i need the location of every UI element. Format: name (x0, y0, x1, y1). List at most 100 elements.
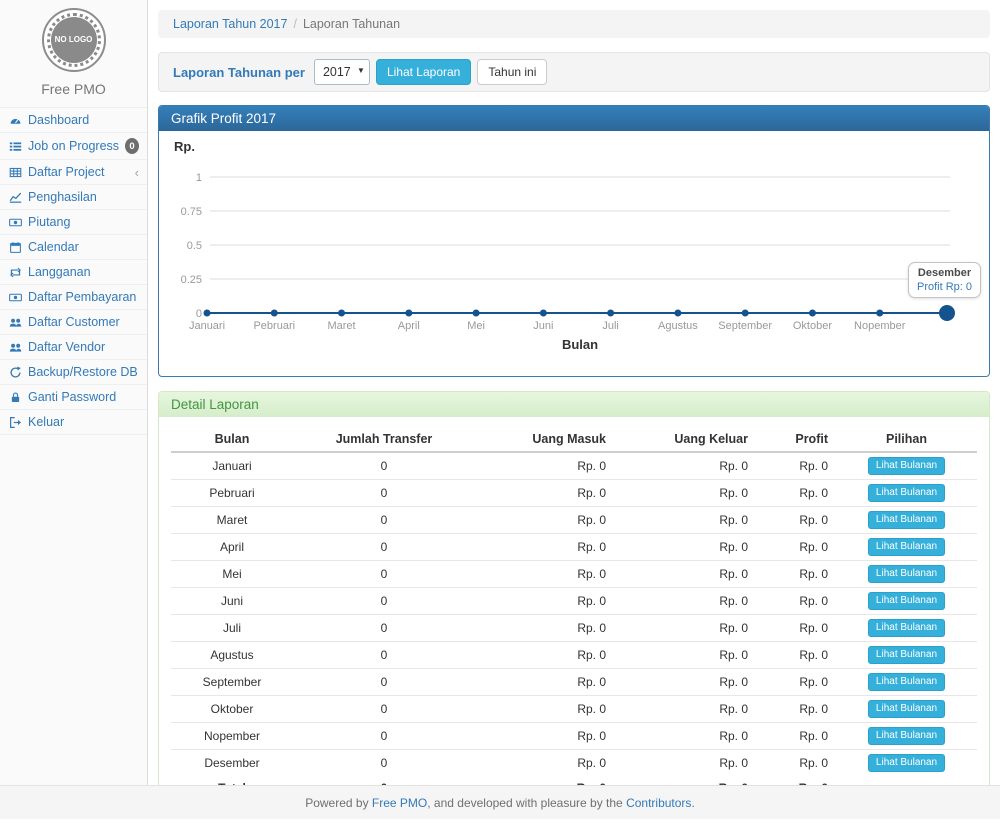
dashboard-icon (8, 114, 22, 127)
col-uang-keluar: Uang Keluar (614, 427, 756, 452)
sidebar-item-piutang[interactable]: Piutang (0, 209, 147, 234)
signout-icon (8, 416, 22, 429)
sidebar-item-daftar-customer[interactable]: Daftar Customer (0, 309, 147, 334)
cell-bulan: Nopember (171, 723, 293, 750)
cell-uang-keluar: Rp. 0 (614, 696, 756, 723)
col-pilihan: Pilihan (836, 427, 977, 452)
money-icon (8, 216, 22, 229)
cell-profit: Rp. 0 (756, 669, 836, 696)
footer-text-middle: , and developed with pleasure by the (427, 796, 626, 810)
col-profit: Profit (756, 427, 836, 452)
users-icon (8, 341, 22, 354)
cell-bulan: April (171, 534, 293, 561)
col-jumlah-transfer: Jumlah Transfer (293, 427, 475, 452)
cell-uang-masuk: Rp. 0 (475, 723, 614, 750)
lihat-bulanan-button[interactable]: Lihat Bulanan (868, 592, 945, 610)
table-header-row: Bulan Jumlah Transfer Uang Masuk Uang Ke… (171, 427, 977, 452)
table-row: Nopember0Rp. 0Rp. 0Rp. 0Lihat Bulanan (171, 723, 977, 750)
cell-jumlah-transfer: 0 (293, 696, 475, 723)
count-badge: 0 (125, 138, 139, 154)
svg-text:0.25: 0.25 (181, 274, 202, 286)
lihat-bulanan-button[interactable]: Lihat Bulanan (868, 484, 945, 502)
footer-text-prefix: Powered by (305, 796, 372, 810)
no-logo-badge: NO LOGO (51, 17, 97, 63)
cell-profit: Rp. 0 (756, 480, 836, 507)
lihat-bulanan-button[interactable]: Lihat Bulanan (868, 538, 945, 556)
cell-uang-keluar: Rp. 0 (614, 534, 756, 561)
svg-text:0.75: 0.75 (181, 206, 202, 218)
table-row: September0Rp. 0Rp. 0Rp. 0Lihat Bulanan (171, 669, 977, 696)
sidebar-item-daftar-pembayaran[interactable]: Daftar Pembayaran (0, 284, 147, 309)
table-icon (8, 166, 22, 179)
chart-panel-title: Grafik Profit 2017 (159, 106, 989, 131)
breadcrumb-link-laporan-tahun[interactable]: Laporan Tahun 2017 (173, 17, 287, 31)
cell-uang-masuk: Rp. 0 (475, 750, 614, 777)
cell-uang-keluar: Rp. 0 (614, 588, 756, 615)
table-row: April0Rp. 0Rp. 0Rp. 0Lihat Bulanan (171, 534, 977, 561)
footer-text-suffix: . (691, 796, 694, 810)
calendar-icon (8, 241, 22, 254)
lihat-bulanan-button[interactable]: Lihat Bulanan (868, 619, 945, 637)
year-select[interactable]: 2017 (314, 59, 370, 85)
lihat-bulanan-button[interactable]: Lihat Bulanan (868, 754, 945, 772)
filter-label: Laporan Tahunan per (173, 65, 305, 80)
cell-jumlah-transfer: 0 (293, 588, 475, 615)
lihat-bulanan-button[interactable]: Lihat Bulanan (868, 511, 945, 529)
cell-profit: Rp. 0 (756, 561, 836, 588)
cell-bulan: Januari (171, 452, 293, 480)
lihat-bulanan-button[interactable]: Lihat Bulanan (868, 727, 945, 745)
chart-tooltip: Desember Profit Rp: 0 (908, 262, 981, 298)
sidebar-item-calendar[interactable]: Calendar (0, 234, 147, 259)
year-filter-bar: Laporan Tahunan per 2017 ▼ Lihat Laporan… (158, 52, 990, 92)
logo: NO LOGO (42, 8, 106, 72)
cell-uang-masuk: Rp. 0 (475, 452, 614, 480)
sidebar-item-langganan[interactable]: Langganan (0, 259, 147, 284)
table-row: Agustus0Rp. 0Rp. 0Rp. 0Lihat Bulanan (171, 642, 977, 669)
sidebar-item-backup-restore-db[interactable]: Backup/Restore DB (0, 359, 147, 384)
lihat-bulanan-button[interactable]: Lihat Bulanan (868, 700, 945, 718)
sidebar-item-label: Job on Progress (28, 139, 119, 153)
footer-link-free-pmo[interactable]: Free PMO (372, 796, 427, 810)
table-row: Oktober0Rp. 0Rp. 0Rp. 0Lihat Bulanan (171, 696, 977, 723)
money-icon (8, 291, 22, 304)
table-row: Januari0Rp. 0Rp. 0Rp. 0Lihat Bulanan (171, 452, 977, 480)
sidebar-item-ganti-password[interactable]: Ganti Password (0, 384, 147, 409)
svg-text:April: April (398, 320, 420, 332)
breadcrumb: Laporan Tahun 2017/Laporan Tahunan (158, 10, 990, 38)
sidebar-item-label: Daftar Project (28, 165, 104, 179)
sidebar-item-label: Backup/Restore DB (28, 365, 138, 379)
sidebar-item-daftar-project[interactable]: Daftar Project‹ (0, 159, 147, 184)
cell-profit: Rp. 0 (756, 615, 836, 642)
sidebar-item-label: Daftar Vendor (28, 340, 105, 354)
cell-bulan: Maret (171, 507, 293, 534)
report-table: Bulan Jumlah Transfer Uang Masuk Uang Ke… (171, 427, 977, 800)
sidebar-item-job-on-progress[interactable]: Job on Progress 0 (0, 132, 147, 159)
cell-uang-masuk: Rp. 0 (475, 669, 614, 696)
lihat-bulanan-button[interactable]: Lihat Bulanan (868, 457, 945, 475)
col-uang-masuk: Uang Masuk (475, 427, 614, 452)
sidebar-item-label: Dashboard (28, 113, 89, 127)
sidebar-item-dashboard[interactable]: Dashboard (0, 107, 147, 132)
cell-jumlah-transfer: 0 (293, 561, 475, 588)
sidebar-item-label: Calendar (28, 240, 79, 254)
table-row: Maret0Rp. 0Rp. 0Rp. 0Lihat Bulanan (171, 507, 977, 534)
svg-text:September: September (718, 320, 772, 332)
sidebar-item-daftar-vendor[interactable]: Daftar Vendor (0, 334, 147, 359)
cell-uang-masuk: Rp. 0 (475, 588, 614, 615)
sidebar-item-keluar[interactable]: Keluar (0, 409, 147, 435)
lihat-bulanan-button[interactable]: Lihat Bulanan (868, 673, 945, 691)
lihat-laporan-button[interactable]: Lihat Laporan (376, 59, 471, 85)
lihat-bulanan-button[interactable]: Lihat Bulanan (868, 565, 945, 583)
sidebar-item-penghasilan[interactable]: Penghasilan (0, 184, 147, 209)
svg-text:Rp.: Rp. (174, 139, 195, 154)
tahun-ini-button[interactable]: Tahun ini (477, 59, 547, 85)
lihat-bulanan-button[interactable]: Lihat Bulanan (868, 646, 945, 664)
profit-chart: Rp.10.750.50.250JanuariPebruariMaretApri… (159, 131, 989, 376)
footer-link-contributors[interactable]: Contributors (626, 796, 691, 810)
svg-text:1: 1 (196, 172, 202, 184)
sidebar-item-label: Piutang (28, 215, 70, 229)
cell-uang-masuk: Rp. 0 (475, 561, 614, 588)
cell-bulan: Mei (171, 561, 293, 588)
cell-jumlah-transfer: 0 (293, 452, 475, 480)
cell-jumlah-transfer: 0 (293, 534, 475, 561)
